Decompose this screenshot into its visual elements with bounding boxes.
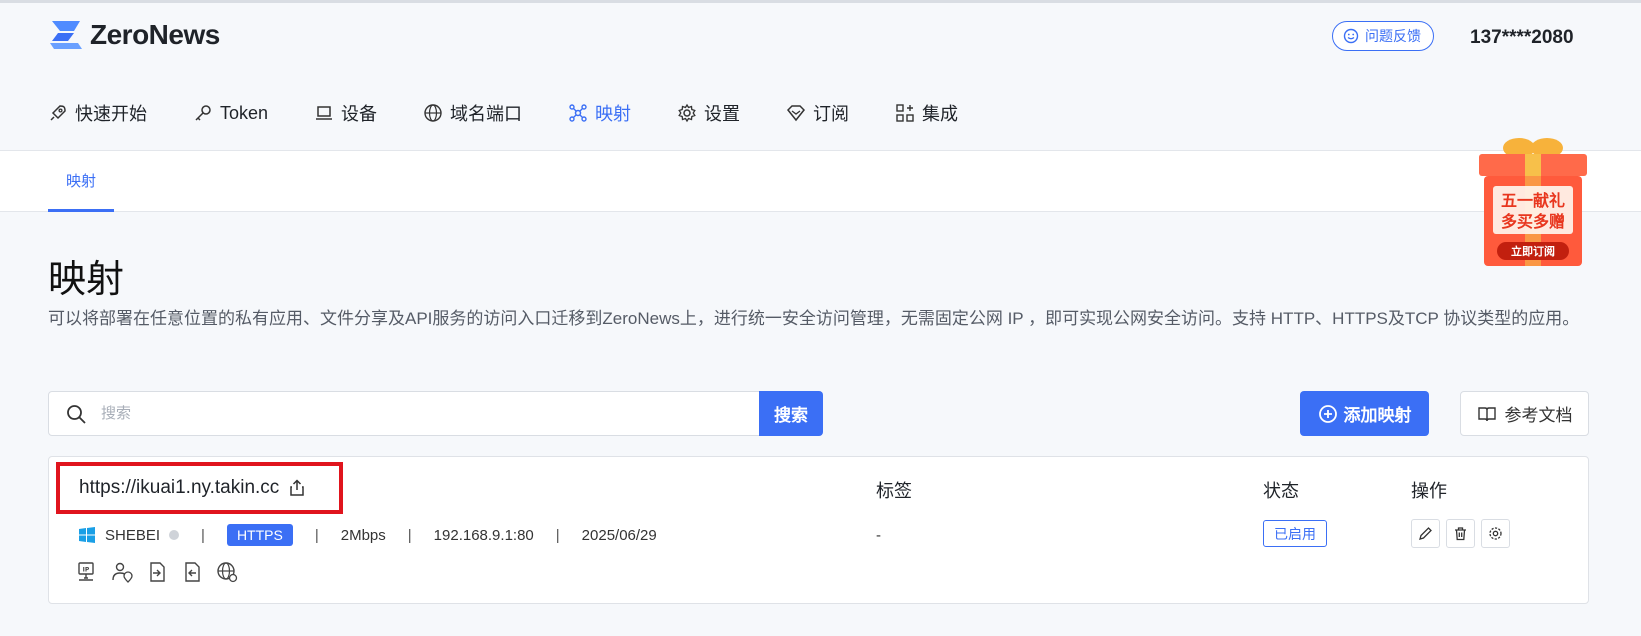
delete-button[interactable] bbox=[1446, 519, 1475, 548]
nav-label: 设置 bbox=[704, 104, 741, 124]
tab-mapping[interactable]: 映射 bbox=[48, 151, 114, 212]
nav-item-integration[interactable]: 集成 bbox=[895, 95, 958, 131]
header: ZeroNews 问题反馈 137****2080 快速开始 Token 设备 … bbox=[0, 3, 1641, 151]
page-title: 映射 bbox=[48, 259, 125, 301]
search-box: 搜索 bbox=[48, 391, 823, 436]
nav-item-devices[interactable]: 设备 bbox=[314, 95, 377, 131]
status-badge[interactable]: 已启用 bbox=[1263, 520, 1327, 547]
nav-item-token[interactable]: Token bbox=[193, 95, 268, 131]
promo-cta: 立即订阅 bbox=[1511, 244, 1555, 258]
globe-settings-icon[interactable] bbox=[216, 561, 238, 583]
nav-item-domains[interactable]: 域名端口 bbox=[423, 95, 522, 131]
pencil-icon bbox=[1419, 527, 1432, 540]
add-mapping-button[interactable]: 添加映射 bbox=[1300, 391, 1429, 436]
target-address: 192.168.9.1:80 bbox=[433, 526, 534, 544]
nav-label: 订阅 bbox=[813, 104, 850, 124]
apps-icon bbox=[896, 104, 914, 122]
search-button[interactable]: 搜索 bbox=[759, 391, 823, 436]
column-status: 状态 bbox=[1263, 481, 1299, 501]
mapping-icon bbox=[569, 104, 587, 122]
device-status-dot bbox=[169, 530, 180, 540]
user-location-icon[interactable] bbox=[111, 561, 133, 583]
search-input[interactable] bbox=[101, 405, 701, 422]
book-icon bbox=[1477, 406, 1496, 421]
globe-icon bbox=[424, 104, 442, 122]
svg-text:IP: IP bbox=[83, 567, 90, 574]
tag-value: - bbox=[876, 527, 881, 544]
nav-label: 集成 bbox=[922, 104, 959, 124]
mapping-meta-row: SHEBEI | HTTPS | 2Mbps | 192.168.9.1:80 … bbox=[79, 522, 657, 548]
feedback-button[interactable]: 问题反馈 bbox=[1332, 21, 1434, 51]
operation-buttons bbox=[1411, 519, 1510, 548]
key-icon bbox=[195, 105, 211, 121]
logo-text: ZeroNews bbox=[90, 19, 220, 50]
reference-docs-label: 参考文档 bbox=[1504, 406, 1573, 425]
windows-icon bbox=[79, 527, 95, 543]
logo[interactable]: ZeroNews bbox=[48, 19, 220, 51]
protocol-badge: HTTPS bbox=[226, 524, 293, 546]
column-operations: 操作 bbox=[1411, 481, 1447, 501]
nav-item-quickstart[interactable]: 快速开始 bbox=[48, 95, 147, 131]
bandwidth: 2Mbps bbox=[340, 526, 386, 544]
mapping-url[interactable]: https://ikuai1.ny.takin.cc bbox=[79, 477, 279, 499]
reference-docs-button[interactable]: 参考文档 bbox=[1460, 391, 1589, 436]
column-tags: 标签 bbox=[876, 481, 912, 501]
nav-item-mapping[interactable]: 映射 bbox=[568, 95, 631, 131]
diamond-icon bbox=[787, 105, 806, 122]
share-icon[interactable] bbox=[289, 479, 305, 497]
laptop-icon bbox=[316, 106, 333, 120]
device-name[interactable]: SHEBEI bbox=[105, 527, 160, 544]
nav-label: 域名端口 bbox=[450, 104, 523, 124]
settings-button[interactable] bbox=[1481, 519, 1510, 548]
sub-tab-bar: 映射 bbox=[0, 151, 1641, 212]
promo-gift-banner[interactable]: 五一献礼 多买多赠 立即订阅 bbox=[1475, 134, 1591, 268]
file-export-icon[interactable] bbox=[181, 561, 203, 583]
mapping-card: https://ikuai1.ny.takin.cc 标签 状态 操作 SHEB… bbox=[48, 456, 1589, 604]
gear-icon bbox=[678, 103, 696, 123]
edit-button[interactable] bbox=[1411, 519, 1440, 548]
nav-item-settings[interactable]: 设置 bbox=[677, 95, 740, 131]
trash-icon bbox=[1455, 527, 1466, 541]
nav-label: 快速开始 bbox=[75, 104, 147, 124]
zeronews-logo-icon bbox=[50, 21, 82, 49]
promo-line1: 五一献礼 bbox=[1501, 191, 1565, 210]
page-description: 可以将部署在任意位置的私有应用、文件分享及API服务的访问入口迁移到ZeroNe… bbox=[48, 309, 1580, 328]
file-import-icon[interactable] bbox=[146, 561, 168, 583]
nav-label: 映射 bbox=[595, 104, 632, 124]
smile-icon bbox=[1343, 28, 1359, 44]
rocket-icon bbox=[50, 105, 66, 121]
add-mapping-label: 添加映射 bbox=[1343, 406, 1412, 425]
gear-icon bbox=[1489, 527, 1502, 540]
user-account[interactable]: 137****2080 bbox=[1470, 27, 1574, 49]
expiry-date: 2025/06/29 bbox=[581, 526, 657, 544]
feature-icon-row: IP bbox=[76, 561, 238, 583]
feedback-label: 问题反馈 bbox=[1365, 28, 1421, 44]
promo-line2: 多买多赠 bbox=[1501, 212, 1565, 231]
mapping-url-highlight: https://ikuai1.ny.takin.cc bbox=[56, 462, 343, 514]
nav-label: 设备 bbox=[341, 104, 378, 124]
plus-circle-icon bbox=[1318, 404, 1337, 423]
ip-whitelist-icon[interactable]: IP bbox=[76, 561, 98, 583]
search-icon bbox=[67, 404, 86, 424]
nav-label: Token bbox=[220, 102, 269, 123]
nav-item-subscription[interactable]: 订阅 bbox=[786, 95, 849, 131]
main-nav: 快速开始 Token 设备 域名端口 映射 设置 订阅 集成 bbox=[48, 95, 1004, 131]
